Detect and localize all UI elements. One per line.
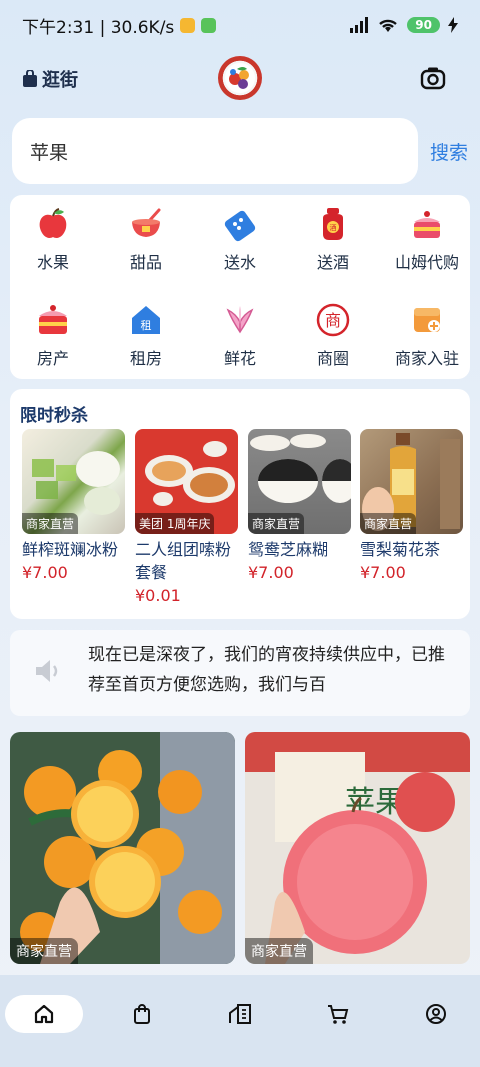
category-label: 房产 xyxy=(36,349,69,368)
product-name: 二人组团嗦粉套餐 xyxy=(135,540,232,582)
camera-icon xyxy=(420,67,446,90)
app-header: 逛街 xyxy=(0,52,480,106)
category-flowers[interactable]: 鲜花 xyxy=(194,301,286,369)
category-label: 送酒 xyxy=(316,253,349,272)
svg-text:商: 商 xyxy=(325,311,341,330)
svg-text:酒: 酒 xyxy=(330,224,337,232)
product-image: 商家直营 xyxy=(360,429,463,534)
status-bar: 下午2:31 | 30.6K/s 90 xyxy=(0,0,480,50)
apple-image: 苹果 xyxy=(245,732,470,964)
product-image: 商家直营 xyxy=(22,429,125,534)
bag-icon xyxy=(134,1004,150,1024)
lily-flower-icon xyxy=(221,301,259,339)
dessert-bowl-icon xyxy=(127,205,165,243)
product-price: ¥7.00 xyxy=(22,563,68,582)
user-circle-icon xyxy=(426,1004,446,1024)
category-fruit[interactable]: 水果 xyxy=(7,205,99,273)
charging-icon xyxy=(448,17,458,33)
category-rent[interactable]: 租 租房 xyxy=(100,301,192,369)
message-app-icon xyxy=(180,17,196,33)
category-label: 送水 xyxy=(223,253,256,272)
android-app-icon xyxy=(201,17,217,33)
product-tag: 商家直营 xyxy=(248,513,305,534)
product-name: 鸳鸯芝麻糊 xyxy=(248,540,329,559)
category-wine[interactable]: 酒 送酒 xyxy=(287,205,379,273)
fruit-logo-icon xyxy=(218,56,262,100)
bottom-navigation xyxy=(0,975,480,1067)
flash-product-card[interactable]: 商家直营 鲜榨斑斓冰粉 ¥7.00 xyxy=(22,429,125,582)
category-dessert[interactable]: 甜品 xyxy=(100,205,192,273)
nav-cart[interactable] xyxy=(303,995,373,1033)
category-label: 山姆代购 xyxy=(394,253,459,272)
svg-text:租: 租 xyxy=(141,319,152,332)
flash-sale-title: 限时秒杀 xyxy=(20,406,88,426)
category-label: 甜品 xyxy=(129,253,162,272)
rent-house-icon: 租 xyxy=(127,301,165,339)
category-label: 水果 xyxy=(36,253,69,272)
flash-product-card[interactable]: 商家直营 雪梨菊花茶 ¥7.00 xyxy=(360,429,463,582)
nav-home[interactable] xyxy=(5,995,83,1033)
product-name: 雪梨菊花茶 xyxy=(360,540,441,559)
category-water[interactable]: 送水 xyxy=(194,205,286,273)
cake-icon xyxy=(408,205,446,243)
notice-banner[interactable]: 现在已是深夜了，我们的宵夜持续供应中，已推荐至首页方便您选购，我们与百 xyxy=(10,630,470,716)
shopping-bag-icon xyxy=(23,70,37,87)
guang-label: 逛街 xyxy=(42,70,78,91)
status-time: 下午2:31 | 30.6K/s xyxy=(22,17,175,38)
category-merchant-join[interactable]: 商家入驻 xyxy=(381,301,473,369)
wifi-icon xyxy=(379,19,398,32)
product-tag: 美团 1周年庆 xyxy=(135,513,215,534)
shop-join-icon xyxy=(408,301,446,339)
battery-indicator: 90 xyxy=(407,17,440,33)
camera-button[interactable] xyxy=(420,66,446,94)
category-label: 商家入驻 xyxy=(394,349,459,368)
product-price: ¥7.00 xyxy=(360,563,406,582)
nav-buildings[interactable] xyxy=(205,995,275,1033)
product-image: 美团 1周年庆 xyxy=(135,429,238,534)
wine-jar-icon: 酒 xyxy=(314,205,352,243)
category-label: 鲜花 xyxy=(223,349,256,368)
signal-icon xyxy=(350,17,369,33)
apple-icon xyxy=(34,205,72,243)
search-input-value: 苹果 xyxy=(30,141,69,164)
search-button[interactable]: 搜索 xyxy=(430,138,468,165)
category-label: 商圈 xyxy=(316,349,349,368)
nav-profile[interactable] xyxy=(401,995,471,1033)
feed-product-card[interactable]: 苹果 商家直营 xyxy=(245,732,470,964)
product-name: 鲜榨斑斓冰粉 xyxy=(22,540,119,559)
product-tag: 商家直营 xyxy=(245,938,313,964)
category-grid: 水果 甜品 送水 酒 送酒 山姆代购 房产 租 租房 鲜花 商 商圈 商家入驻 xyxy=(10,195,470,379)
search-input[interactable]: 苹果 xyxy=(12,118,418,184)
oranges-image xyxy=(10,732,235,964)
flash-product-card[interactable]: 商家直营 鸳鸯芝麻糊 ¥7.00 xyxy=(248,429,351,582)
category-real-estate[interactable]: 房产 xyxy=(7,301,99,369)
buildings-icon xyxy=(229,1004,251,1024)
category-label: 租房 xyxy=(129,349,162,368)
product-tag: 商家直营 xyxy=(10,938,78,964)
product-image: 商家直营 xyxy=(248,429,351,534)
category-business-circle[interactable]: 商 商圈 xyxy=(287,301,379,369)
product-price: ¥7.00 xyxy=(248,563,294,582)
flash-product-card[interactable]: 美团 1周年庆 二人组团嗦粉套餐 ¥0.01 xyxy=(135,429,238,605)
flash-sale-section: 限时秒杀 商家直营 鲜榨斑斓冰粉 ¥7.00 美团 1周年庆 二人组团嗦粉套餐 … xyxy=(10,389,470,619)
product-tag: 商家直营 xyxy=(360,513,417,534)
speaker-icon xyxy=(34,658,62,688)
category-sams-proxy[interactable]: 山姆代购 xyxy=(381,205,473,273)
product-tag: 商家直营 xyxy=(22,513,79,534)
water-icon xyxy=(221,205,259,243)
cart-icon xyxy=(328,1005,349,1024)
nav-shopping[interactable] xyxy=(107,995,177,1033)
shang-circle-icon: 商 xyxy=(314,301,352,339)
product-price: ¥0.01 xyxy=(135,586,181,605)
guang-button[interactable]: 逛街 xyxy=(22,66,78,92)
notice-text: 现在已是深夜了，我们的宵夜持续供应中，已推荐至首页方便您选购，我们与百 xyxy=(88,645,445,695)
home-icon xyxy=(34,1004,54,1024)
feed-product-card[interactable]: 商家直营 xyxy=(10,732,235,964)
cake-layer-icon xyxy=(34,301,72,339)
